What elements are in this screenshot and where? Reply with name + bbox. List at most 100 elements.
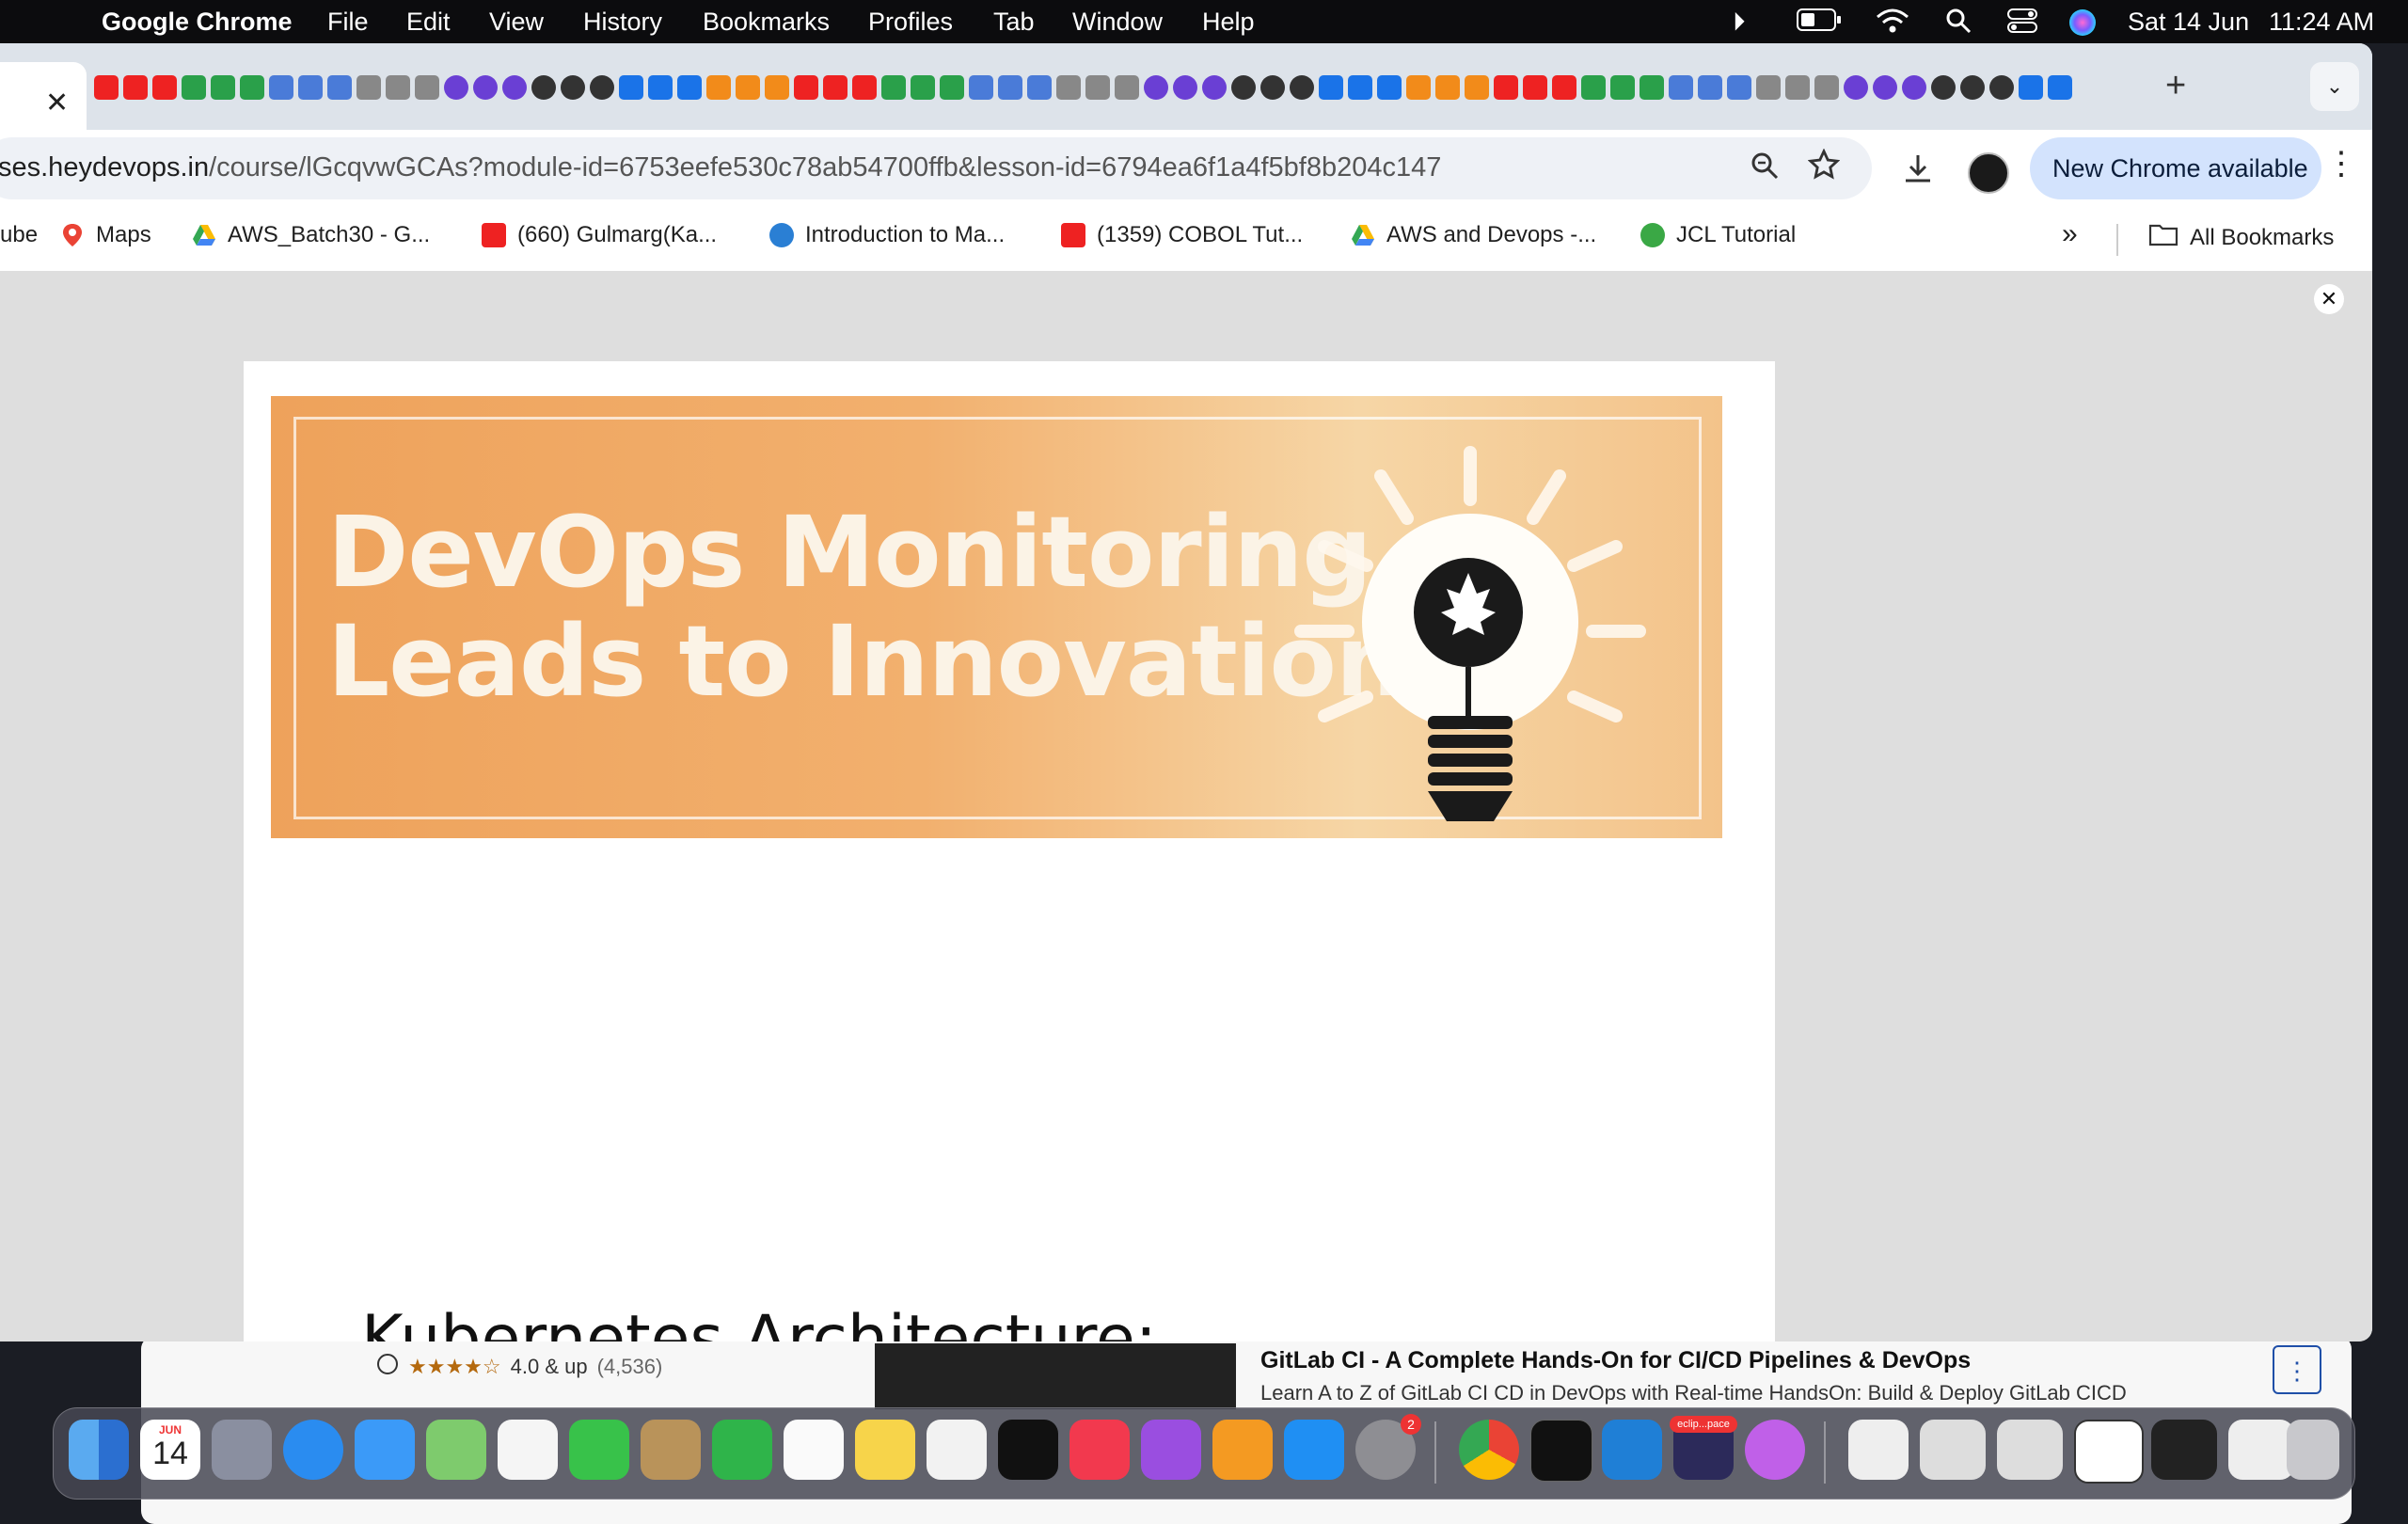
youtube-tab-favicon-icon[interactable] (94, 75, 119, 100)
eclipse-icon[interactable]: eclip...pace (1670, 1416, 1737, 1480)
chrome-tab-favicon-icon[interactable] (1377, 75, 1402, 100)
active-tab[interactable]: ✕ (0, 62, 87, 130)
generic-tab-favicon-icon[interactable] (1085, 75, 1110, 100)
address-bar[interactable]: ses.heydevops.in/course/lGcqvwGCAs?modul… (0, 137, 1872, 199)
podcasts-icon[interactable] (1141, 1420, 1201, 1480)
facetime-icon[interactable] (569, 1420, 629, 1480)
freeform-icon[interactable] (927, 1420, 987, 1480)
photos-icon[interactable] (498, 1420, 558, 1480)
chrome-tab-favicon-icon[interactable] (1319, 75, 1343, 100)
radio-button-icon[interactable] (376, 1353, 399, 1381)
udemy-tab-favicon-icon[interactable] (1173, 75, 1197, 100)
google-tab-favicon-icon[interactable] (940, 75, 964, 100)
menu-file[interactable]: File (327, 8, 369, 37)
bookmark-cobol[interactable]: (1359) COBOL Tut... (1061, 222, 1303, 248)
heydevops-tab-favicon-icon[interactable] (1435, 75, 1460, 100)
window-thumbnail-icon[interactable] (2074, 1420, 2144, 1484)
docs-tab-favicon-icon[interactable] (269, 75, 293, 100)
wifi-icon[interactable] (1876, 8, 1909, 40)
finder-icon[interactable] (69, 1420, 129, 1480)
udemy-tab-favicon-icon[interactable] (1844, 75, 1868, 100)
lightbox-close-icon[interactable]: ✕ (2314, 284, 2344, 314)
vscode-icon[interactable] (1602, 1420, 1662, 1480)
google-tab-favicon-icon[interactable] (1581, 75, 1606, 100)
music-icon[interactable] (1069, 1420, 1130, 1480)
udemy-tab-favicon-icon[interactable] (1873, 75, 1897, 100)
system-settings-icon[interactable]: 2 (1355, 1414, 1421, 1480)
siri-icon[interactable] (2067, 8, 2098, 44)
bookmark-jcl[interactable]: JCL Tutorial (1640, 222, 1796, 248)
flower-app-icon[interactable] (1745, 1420, 1805, 1480)
bookmark-maps[interactable]: Maps (60, 222, 151, 248)
mail-icon[interactable] (355, 1420, 415, 1480)
tab-close-icon[interactable]: ✕ (45, 87, 69, 119)
google-tab-favicon-icon[interactable] (1610, 75, 1635, 100)
app-store-icon[interactable] (1284, 1420, 1344, 1480)
generic-tab-favicon-icon[interactable] (1814, 75, 1839, 100)
bookmark-gulmarg[interactable]: (660) Gulmarg(Ka... (482, 222, 717, 248)
bookmarks-overflow-icon[interactable]: » (2062, 218, 2078, 250)
github-tab-favicon-icon[interactable] (531, 75, 556, 100)
contacts-icon[interactable] (641, 1420, 701, 1480)
udemy-tab-favicon-icon[interactable] (444, 75, 468, 100)
pages-icon[interactable] (1212, 1420, 1273, 1480)
youtube-tab-favicon-icon[interactable] (1494, 75, 1518, 100)
bookmark-aws-batch30[interactable]: AWS_Batch30 - G... (192, 222, 430, 248)
chrome-tab-favicon-icon[interactable] (2048, 75, 2072, 100)
menu-edit[interactable]: Edit (406, 8, 451, 37)
menubar-date[interactable]: Sat 14 Jun (2128, 8, 2249, 37)
heydevops-tab-favicon-icon[interactable] (765, 75, 789, 100)
docs-tab-favicon-icon[interactable] (1027, 75, 1052, 100)
youtube-tab-favicon-icon[interactable] (1552, 75, 1576, 100)
generic-tab-favicon-icon[interactable] (1115, 75, 1139, 100)
bookmark-introduction[interactable]: Introduction to Ma... (769, 222, 1005, 248)
udemy-tab-favicon-icon[interactable] (1202, 75, 1227, 100)
github-tab-favicon-icon[interactable] (1290, 75, 1314, 100)
udemy-tab-favicon-icon[interactable] (1144, 75, 1168, 100)
generic-tab-favicon-icon[interactable] (1785, 75, 1810, 100)
udemy-tab-favicon-icon[interactable] (1902, 75, 1926, 100)
github-tab-favicon-icon[interactable] (1260, 75, 1285, 100)
docs-tab-favicon-icon[interactable] (1669, 75, 1693, 100)
launchpad-icon[interactable] (212, 1420, 272, 1480)
heydevops-tab-favicon-icon[interactable] (736, 75, 760, 100)
bookmark-star-icon[interactable] (1807, 148, 1841, 189)
docs-tab-favicon-icon[interactable] (327, 75, 352, 100)
github-tab-favicon-icon[interactable] (1931, 75, 1956, 100)
docs-tab-favicon-icon[interactable] (969, 75, 993, 100)
battery-icon[interactable] (1797, 8, 1842, 39)
generic-tab-favicon-icon[interactable] (356, 75, 381, 100)
window-thumbnail-icon[interactable] (1920, 1420, 1986, 1480)
numbers-icon[interactable] (712, 1420, 772, 1480)
google-tab-favicon-icon[interactable] (881, 75, 906, 100)
generic-tab-favicon-icon[interactable] (386, 75, 410, 100)
bookmark-youtube[interactable]: ube (0, 222, 38, 248)
google-tab-favicon-icon[interactable] (911, 75, 935, 100)
google-tab-favicon-icon[interactable] (211, 75, 235, 100)
heydevops-tab-favicon-icon[interactable] (1406, 75, 1431, 100)
terminal-icon[interactable] (1530, 1420, 1592, 1482)
spotlight-search-icon[interactable] (1945, 8, 1972, 40)
menu-history[interactable]: History (583, 8, 662, 37)
chrome-tab-favicon-icon[interactable] (2019, 75, 2043, 100)
window-thumbnail-icon[interactable] (2151, 1420, 2217, 1480)
chrome-tab-favicon-icon[interactable] (1348, 75, 1372, 100)
google-tab-favicon-icon[interactable] (182, 75, 206, 100)
github-tab-favicon-icon[interactable] (1960, 75, 1985, 100)
youtube-tab-favicon-icon[interactable] (123, 75, 148, 100)
downloads-icon[interactable] (1902, 152, 1934, 193)
docs-tab-favicon-icon[interactable] (1727, 75, 1751, 100)
maps-icon[interactable] (426, 1420, 486, 1480)
pinned-tab-favicons[interactable] (94, 75, 2126, 103)
url-text[interactable]: ses.heydevops.in/course/lGcqvwGCAs?modul… (0, 152, 1441, 183)
rating-filter[interactable]: ★★★★☆ 4.0 & up (4,536) (376, 1353, 662, 1381)
google-tab-favicon-icon[interactable] (240, 75, 264, 100)
course-thumbnail[interactable] (875, 1343, 1236, 1409)
docs-tab-favicon-icon[interactable] (298, 75, 323, 100)
generic-tab-favicon-icon[interactable] (415, 75, 439, 100)
github-tab-favicon-icon[interactable] (1989, 75, 2014, 100)
bookmark-aws-devops[interactable]: AWS and Devops -... (1351, 222, 1596, 248)
all-bookmarks[interactable]: All Bookmarks (2148, 222, 2334, 253)
generic-tab-favicon-icon[interactable] (1756, 75, 1781, 100)
update-chrome-button[interactable]: New Chrome available (2030, 137, 2321, 199)
